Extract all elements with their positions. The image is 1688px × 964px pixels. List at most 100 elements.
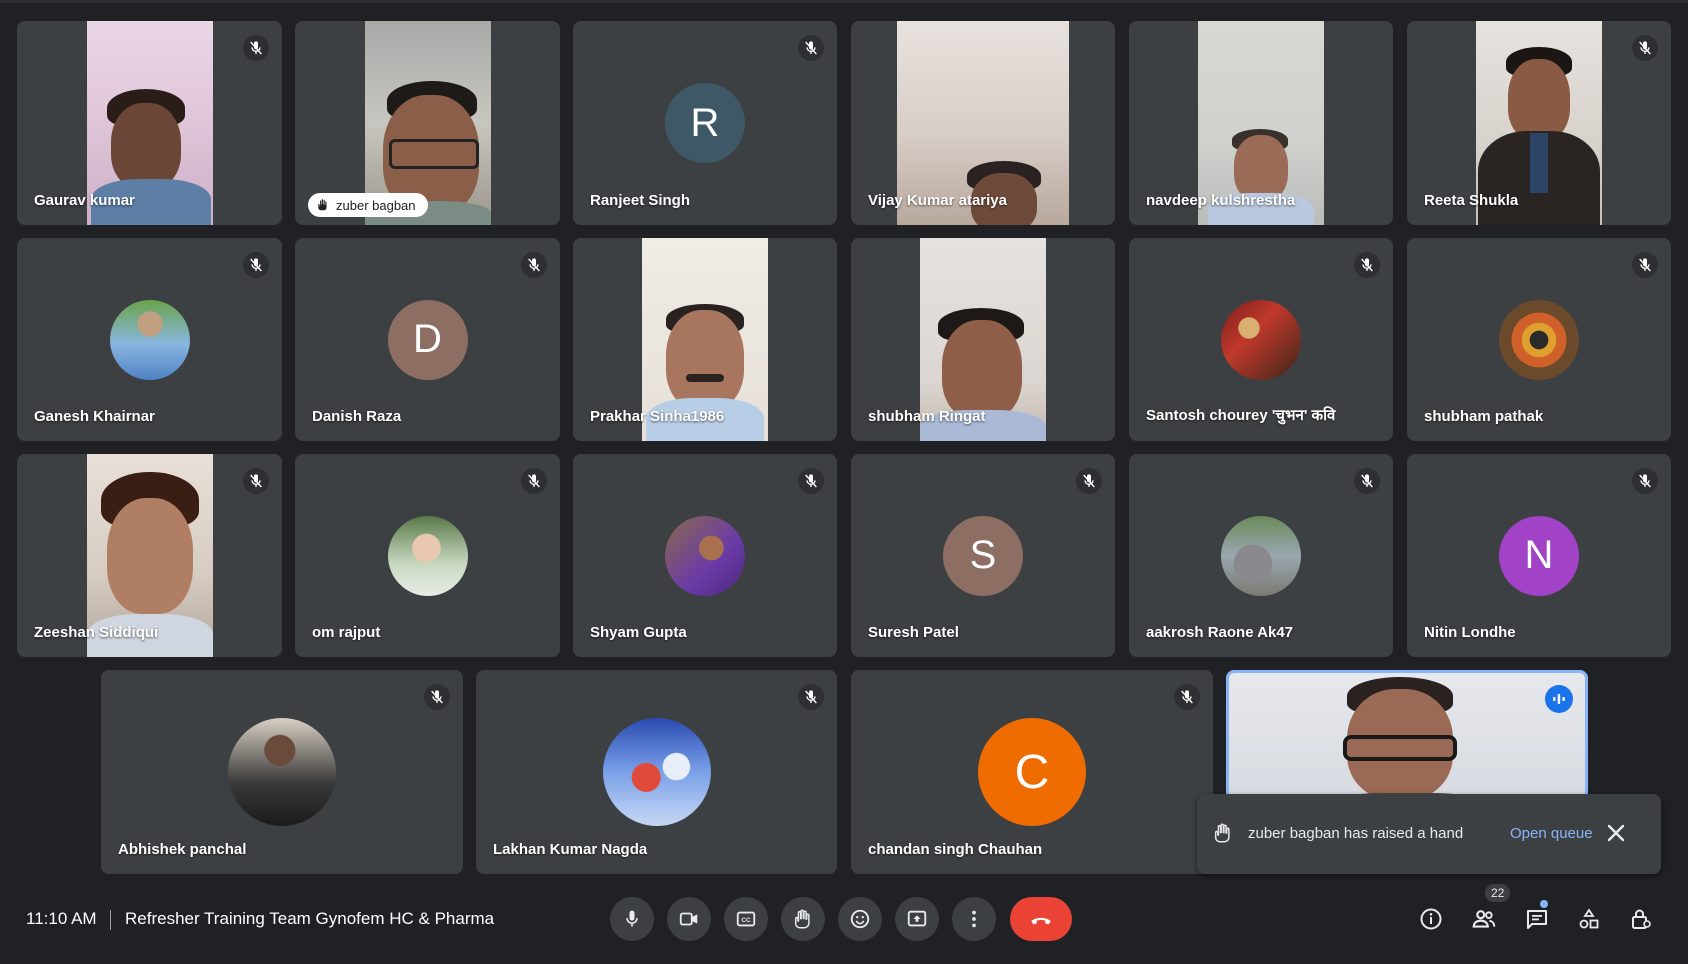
participant-name: Prakhar Sinha1986 [590, 408, 725, 425]
participant-tile[interactable]: Vijay Kumar atariya [851, 21, 1115, 225]
muted-mic-icon [1632, 252, 1658, 278]
chat-unread-dot [1540, 900, 1548, 908]
participant-name: shubham pathak [1424, 408, 1544, 425]
participant-tile[interactable]: shubham Ringat [851, 238, 1115, 441]
participant-tile[interactable]: Reeta Shukla [1407, 21, 1671, 225]
participant-name: Nitin Londhe [1424, 624, 1516, 641]
profile-photo [1499, 299, 1579, 380]
raised-hand-chip: zuber bagban [308, 193, 428, 217]
letter-avatar: R [665, 83, 745, 163]
emoji-icon [850, 909, 870, 929]
end-call-button[interactable] [1010, 897, 1072, 941]
participant-tile[interactable]: Abhishek panchal [101, 670, 463, 874]
notification-message: zuber bagban has raised a hand [1248, 825, 1464, 842]
profile-photo [1221, 299, 1301, 380]
participant-name: Zeeshan Siddiqui [34, 624, 159, 641]
participant-tile[interactable]: Ganesh Khairnar [17, 238, 282, 441]
participant-name: Ganesh Khairnar [34, 408, 155, 425]
participant-name: Vijay Kumar atariya [868, 192, 1007, 209]
raised-hand-name: zuber bagban [336, 197, 416, 213]
muted-mic-icon [521, 468, 547, 494]
mic-icon [626, 910, 638, 927]
letter-avatar: N [1499, 515, 1579, 596]
close-icon[interactable] [1604, 821, 1628, 845]
activities-icon [1579, 908, 1599, 929]
open-queue-link[interactable]: Open queue [1510, 825, 1593, 842]
participant-tile[interactable]: Shyam Gupta [573, 454, 837, 657]
profile-photo [387, 515, 468, 596]
profile-photo [602, 718, 711, 826]
participant-name: aakrosh Raone Ak47 [1146, 624, 1294, 641]
raise-hand-button[interactable] [781, 897, 825, 941]
participant-tile[interactable]: C chandan singh Chauhan [851, 670, 1213, 874]
participant-tile[interactable]: shubham pathak [1407, 238, 1671, 441]
captions-icon: CC [736, 911, 756, 927]
muted-mic-icon [798, 468, 824, 494]
participant-name: navdeep kulshrestha [1146, 192, 1296, 209]
raise-hand-icon [794, 909, 810, 929]
muted-mic-icon [1076, 468, 1102, 494]
people-count-badge: 22 [1485, 884, 1511, 902]
host-controls-button[interactable] [1624, 902, 1658, 936]
profile-photo [109, 299, 190, 380]
divider [110, 910, 111, 930]
muted-mic-icon [243, 35, 269, 61]
window-top-edge [0, 0, 1688, 3]
letter-avatar: D [387, 299, 468, 380]
participant-tile[interactable]: zuber bagban [295, 21, 560, 225]
participant-name: Lakhan Kumar Nagda [493, 841, 648, 858]
muted-mic-icon [243, 252, 269, 278]
participant-tile[interactable]: D Danish Raza [295, 238, 560, 441]
participant-tile[interactable]: aakrosh Raone Ak47 [1129, 454, 1393, 657]
participant-tile[interactable]: Prakhar Sinha1986 [573, 238, 837, 441]
camera-button[interactable] [667, 897, 711, 941]
emoji-button[interactable] [838, 897, 882, 941]
participant-tile[interactable]: om rajput [295, 454, 560, 657]
participant-tile[interactable]: Zeeshan Siddiqui [17, 454, 282, 657]
chat-button[interactable] [1520, 902, 1554, 936]
participant-tile[interactable]: N Nitin Londhe [1407, 454, 1671, 657]
participant-name: Danish Raza [312, 408, 402, 425]
participant-tile[interactable]: S Suresh Patel [851, 454, 1115, 657]
participant-tile[interactable]: Santosh chourey 'चुभन' कवि [1129, 238, 1393, 441]
participant-tile[interactable]: R Ranjeet Singh [573, 21, 837, 225]
participant-name: chandan singh Chauhan [868, 841, 1043, 858]
meeting-time: 11:10 AM [26, 909, 97, 928]
participant-name: shubham Ringat [868, 408, 986, 425]
mic-button[interactable] [610, 897, 654, 941]
profile-photo [1221, 515, 1301, 596]
letter-avatar: S [943, 515, 1023, 596]
info-icon [1420, 908, 1442, 930]
participant-name: Ranjeet Singh [590, 192, 691, 209]
muted-mic-icon [798, 35, 824, 61]
people-icon [1472, 910, 1496, 928]
participant-name: Reeta Shukla [1424, 192, 1519, 209]
muted-mic-icon [1174, 684, 1200, 710]
participant-tile[interactable]: Lakhan Kumar Nagda [476, 670, 837, 874]
more-options-icon [972, 910, 976, 928]
more-options-button[interactable] [952, 897, 996, 941]
muted-mic-icon [1354, 468, 1380, 494]
participant-name: Abhishek panchal [118, 841, 247, 858]
control-bar: 11:10 AM Refresher Training Team Gynofem… [0, 884, 1688, 964]
participant-tile[interactable]: navdeep kulshrestha [1129, 21, 1393, 225]
participant-name: Gaurav kumar [34, 192, 135, 209]
people-button[interactable] [1467, 902, 1501, 936]
meeting-details-button[interactable] [1414, 902, 1448, 936]
present-button[interactable] [895, 897, 939, 941]
muted-mic-icon [798, 684, 824, 710]
participant-name: Santosh chourey 'चुभन' कवि [1146, 407, 1336, 424]
muted-mic-icon [424, 684, 450, 710]
raise-hand-icon [318, 199, 327, 211]
activities-button[interactable] [1572, 902, 1606, 936]
muted-mic-icon [1632, 468, 1658, 494]
profile-photo [665, 515, 745, 596]
participant-name: Shyam Gupta [590, 624, 687, 641]
chat-icon [1527, 910, 1547, 929]
captions-button[interactable]: CC [724, 897, 768, 941]
participant-tile[interactable]: Gaurav kumar [17, 21, 282, 225]
muted-mic-icon [243, 468, 269, 494]
muted-mic-icon [1354, 252, 1380, 278]
participant-name: om rajput [312, 624, 381, 641]
svg-text:CC: CC [741, 917, 751, 924]
